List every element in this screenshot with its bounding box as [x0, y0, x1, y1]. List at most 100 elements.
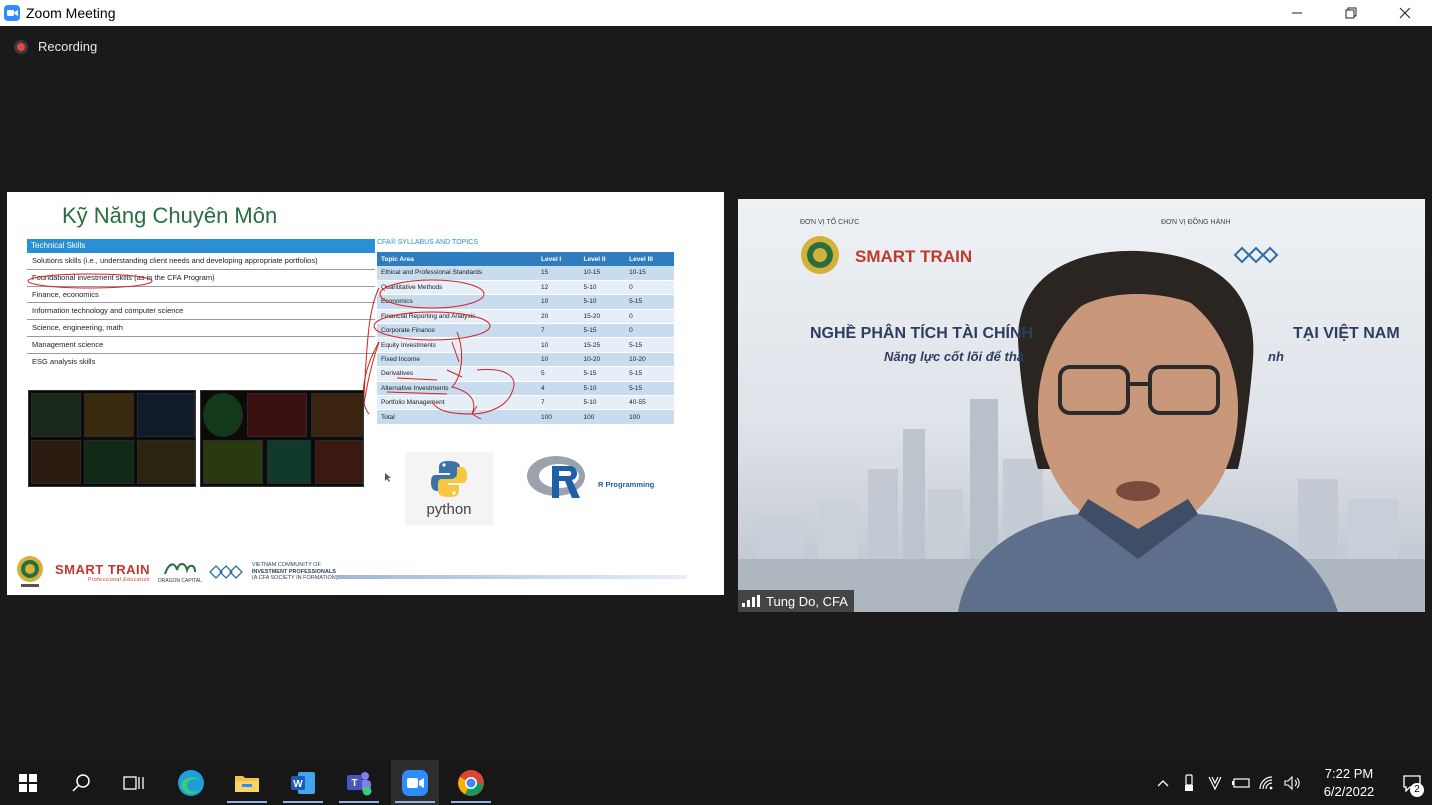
syllabus-cell: 5-15	[625, 337, 674, 353]
minimize-icon	[1292, 12, 1302, 14]
battery-icon	[1232, 777, 1250, 788]
dragon-icon	[164, 563, 196, 575]
word-icon: W	[291, 771, 315, 794]
r-programming-label: R Programming	[598, 479, 655, 489]
file-explorer-button[interactable]	[223, 760, 271, 805]
technical-skills-table: Technical Skills Solutions skills (i.e.,…	[27, 239, 375, 371]
edge-icon	[178, 769, 204, 796]
banner-smart-train-logo: SMART TRAIN	[855, 247, 973, 266]
word-button[interactable]: W	[279, 760, 327, 805]
tray-battery-button[interactable]	[1228, 760, 1254, 805]
skills-header: Technical Skills	[27, 239, 375, 253]
smart-train-text: SMART TRAIN	[55, 561, 151, 577]
terminal-screenshot-left	[28, 390, 196, 487]
tray-wifi-button[interactable]	[1254, 760, 1280, 805]
participant-name-tag: Tung Do, CFA	[738, 590, 854, 612]
syllabus-cell: 5	[537, 366, 580, 382]
banner-organizer-label: ĐƠN VỊ TỔ CHỨC	[800, 219, 860, 226]
participant-name: Tung Do, CFA	[766, 593, 848, 609]
teams-button[interactable]: T	[335, 760, 383, 805]
tray-volume-button[interactable]	[1280, 760, 1306, 805]
banner-partner-label: ĐƠN VỊ ĐỒNG HÀNH	[1161, 219, 1231, 226]
recording-indicator[interactable]: Recording	[14, 39, 97, 54]
syllabus-cell: Financial Reporting and Analysis	[377, 309, 537, 325]
action-center-button[interactable]: 2	[1392, 760, 1432, 805]
syllabus-cell: Total	[377, 409, 537, 425]
restore-button[interactable]	[1324, 0, 1378, 26]
system-clock[interactable]: 7:22 PM 6/2/2022	[1314, 765, 1384, 801]
start-button[interactable]	[4, 760, 52, 805]
syllabus-cell: Ethical and Professional Standards	[377, 266, 537, 281]
syllabus-cell: 10	[537, 337, 580, 353]
mouse-cursor-icon	[385, 473, 391, 482]
vcip-logo-icon	[1233, 246, 1279, 264]
syllabus-cell: 15-20	[579, 309, 626, 325]
banner-subtitle-right: nh	[1268, 349, 1284, 364]
search-button[interactable]	[57, 760, 105, 805]
syllabus-cell: 12	[537, 280, 580, 296]
teams-icon: T	[347, 771, 372, 795]
ueh-logo-icon	[801, 236, 839, 274]
title-bar: Zoom Meeting	[0, 0, 1432, 26]
usb-device-icon	[1185, 773, 1193, 791]
wifi-icon	[1259, 775, 1273, 789]
skill-row: Foundational investment skills (as in th…	[27, 270, 375, 287]
ueh-logo-icon	[17, 556, 43, 587]
syllabus-cell: Equity Investments	[377, 337, 537, 353]
syllabus-cell: 0	[625, 323, 674, 339]
syllabus-cell: Alternative Investments	[377, 381, 537, 397]
syllabus-cell: 5-10	[579, 294, 626, 310]
syllabus-row: Financial Reporting and Analysis 20 15-20 0	[377, 309, 674, 325]
volume-icon	[1284, 775, 1300, 790]
syllabus-row: Ethical and Professional Standards 15 10-1…	[377, 266, 674, 281]
windows-taskbar: W T 7:22 PM 6/2/2022 2	[0, 760, 1432, 805]
python-icon	[431, 461, 467, 497]
zoom-icon	[402, 769, 428, 796]
chrome-button[interactable]	[447, 760, 495, 805]
syllabus-cell: 5-15	[579, 366, 626, 382]
syllabus-cell: 5-10	[579, 395, 626, 411]
clock-date: 6/2/2022	[1323, 783, 1375, 799]
close-icon	[1399, 7, 1411, 19]
python-logo: python	[405, 452, 493, 525]
syllabus-cell: 10-15	[625, 266, 674, 281]
show-hidden-icons-button[interactable]	[1150, 760, 1176, 805]
syllabus-cell: 100	[537, 409, 580, 425]
r-programming-icon	[527, 456, 585, 498]
banner-subtitle-left: Năng lực cốt lõi để thà	[884, 349, 1025, 364]
vcip-text: VIETNAM COMMUNITY OF INVESTMENT PROFESSI…	[252, 562, 338, 582]
restore-icon	[1345, 7, 1357, 19]
syllabus-row: Portfolio Management 7 5-10 40-55	[377, 395, 674, 411]
v-logo-icon	[1208, 776, 1222, 790]
column-header: Topic Area	[377, 252, 537, 266]
zoom-taskbar-button[interactable]	[391, 760, 439, 805]
minimize-button[interactable]	[1270, 0, 1324, 26]
skill-row: ESG analysis skills	[32, 356, 96, 366]
python-label: python	[426, 501, 472, 518]
syllabus-cell: Corporate Finance	[377, 323, 537, 339]
tray-vpn-button[interactable]	[1202, 760, 1228, 805]
window-controls	[1270, 0, 1432, 26]
task-view-button[interactable]	[110, 760, 158, 805]
participant-video[interactable]: ĐƠN VỊ TỔ CHỨC ĐƠN VỊ ĐỒNG HÀNH SMART TR…	[738, 199, 1425, 612]
syllabus-row: Quantitative Methods 12 5-10 0	[377, 280, 674, 296]
syllabus-row: Economics 10 5-10 5-15	[377, 294, 674, 310]
syllabus-cell: Fixed Income	[377, 352, 537, 368]
banner-headline-left: NGHỀ PHÂN TÍCH TÀI CHÍNH	[810, 325, 1034, 342]
syllabus-cell: 15	[537, 266, 580, 281]
syllabus-cell: 10-15	[579, 266, 626, 281]
system-tray: 7:22 PM 6/2/2022 2	[1150, 760, 1432, 805]
task-view-icon	[123, 775, 144, 790]
syllabus-cell: 10-20	[579, 352, 626, 368]
slide-title: Kỹ Năng Chuyên Môn	[62, 203, 278, 228]
close-button[interactable]	[1378, 0, 1432, 26]
svg-text:W: W	[293, 779, 303, 790]
vcip-logo-icon	[208, 565, 243, 579]
windows-start-icon	[19, 773, 37, 792]
syllabus-cell: 5-10	[579, 280, 626, 296]
terminal-screenshot-right	[200, 390, 364, 487]
tray-usb-button[interactable]	[1176, 760, 1202, 805]
shared-screen[interactable]: Kỹ Năng Chuyên Môn Technical Skills Solu…	[7, 192, 724, 595]
edge-button[interactable]	[167, 760, 215, 805]
syllabus-cell: 0	[625, 280, 674, 296]
